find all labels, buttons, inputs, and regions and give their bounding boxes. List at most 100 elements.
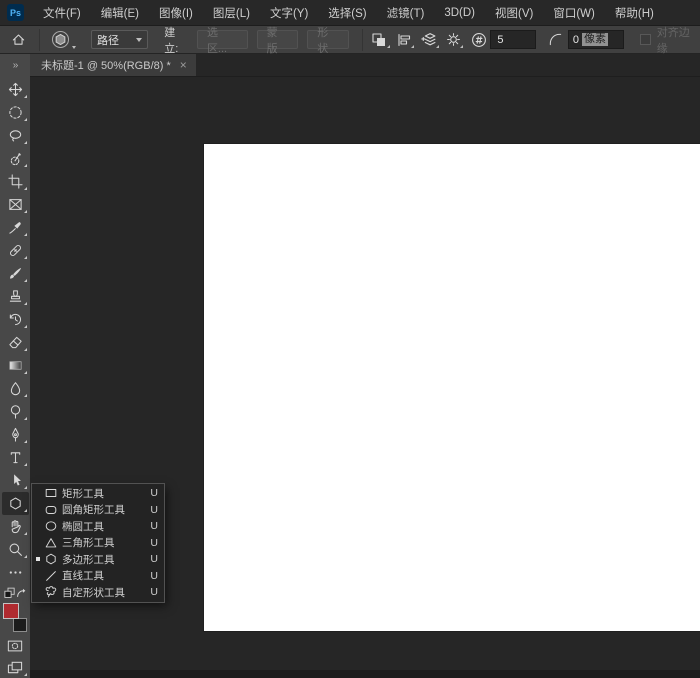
quick-mask-button[interactable] xyxy=(2,636,29,657)
clone-stamp-tool[interactable] xyxy=(2,285,29,308)
shortcut-key: U xyxy=(148,570,158,582)
menu-item-ellipse-tool[interactable]: 椭圆工具 U xyxy=(32,518,164,535)
path-selection-tool[interactable] xyxy=(2,469,29,492)
path-arrangement-button[interactable] xyxy=(416,29,441,51)
polygon-sides-value: 5 xyxy=(497,34,503,46)
corner-radius-icon xyxy=(548,32,563,47)
dodge-tool[interactable] xyxy=(2,400,29,423)
pen-tool[interactable] xyxy=(2,423,29,446)
menu-item-custom-shape-tool[interactable]: 自定形状工具 U xyxy=(32,584,164,601)
document-tab-title: 未标题-1 @ 50%(RGB/8) * xyxy=(41,57,171,73)
chevron-down-icon xyxy=(72,46,76,49)
ellipsis-icon xyxy=(8,565,23,580)
polygon-sides-input[interactable]: 5 xyxy=(490,30,536,49)
menu-select[interactable]: 选择(S) xyxy=(318,0,376,26)
menu-edit[interactable]: 编辑(E) xyxy=(91,0,149,26)
menu-item-polygon-tool[interactable]: 多边形工具 U xyxy=(32,551,164,568)
healing-brush-tool[interactable] xyxy=(2,239,29,262)
document-canvas[interactable] xyxy=(204,144,700,631)
options-bar: 路径 建立: 选区... 蒙版 形状 xyxy=(0,26,700,54)
line-icon xyxy=(42,569,59,583)
lasso-tool[interactable] xyxy=(2,124,29,147)
flyout-indicator xyxy=(436,45,439,48)
menu-window[interactable]: 窗口(W) xyxy=(543,0,605,26)
path-align-icon xyxy=(396,32,412,48)
tool-preset-picker[interactable] xyxy=(44,30,83,49)
menu-item-triangle-tool[interactable]: 三角形工具 U xyxy=(32,535,164,552)
swap-colors-icon[interactable] xyxy=(15,587,27,599)
crop-tool[interactable] xyxy=(2,170,29,193)
type-tool[interactable] xyxy=(2,446,29,469)
screen-mode-icon xyxy=(7,660,23,675)
make-shape-button: 形状 xyxy=(307,30,349,49)
brush-tool[interactable] xyxy=(2,262,29,285)
history-brush-tool[interactable] xyxy=(2,308,29,331)
menu-type[interactable]: 文字(Y) xyxy=(260,0,318,26)
screen-mode-button[interactable] xyxy=(2,657,29,678)
custom-shape-icon xyxy=(42,585,59,599)
divider xyxy=(39,29,40,51)
quick-selection-tool[interactable] xyxy=(2,147,29,170)
shape-tool[interactable] xyxy=(2,492,29,515)
shortcut-key: U xyxy=(148,520,158,532)
foreground-color-swatch[interactable] xyxy=(3,603,19,619)
divider xyxy=(362,29,363,51)
hand-tool[interactable] xyxy=(2,515,29,538)
eyedropper-tool[interactable] xyxy=(2,216,29,239)
edit-toolbar-button[interactable] xyxy=(2,561,29,584)
move-tool[interactable] xyxy=(2,78,29,101)
menu-layer[interactable]: 图层(L) xyxy=(203,0,260,26)
active-tool-marker xyxy=(36,557,40,561)
menu-item-line-tool[interactable]: 直线工具 U xyxy=(32,568,164,585)
rectangle-icon xyxy=(42,486,59,500)
menu-help[interactable]: 帮助(H) xyxy=(605,0,664,26)
polygon-icon xyxy=(42,552,59,566)
menu-3d[interactable]: 3D(D) xyxy=(434,0,485,26)
home-button[interactable] xyxy=(11,32,26,47)
color-swatches xyxy=(3,603,27,632)
flyout-indicator xyxy=(460,45,463,48)
close-tab-icon[interactable]: × xyxy=(180,60,187,70)
document-tab-bar: 未标题-1 @ 50%(RGB/8) * × xyxy=(30,54,700,77)
menu-bar: Ps 文件(F) 编辑(E) 图像(I) 图层(L) 文字(Y) 选择(S) 滤… xyxy=(0,0,700,26)
shape-settings-button[interactable] xyxy=(441,29,466,51)
gradient-tool[interactable] xyxy=(2,354,29,377)
corner-radius-input[interactable]: 0 像素 xyxy=(568,30,624,49)
menu-item-rounded-rectangle-tool[interactable]: 圆角矩形工具 U xyxy=(32,502,164,519)
menu-file[interactable]: 文件(F) xyxy=(33,0,91,26)
frame-tool[interactable] xyxy=(2,193,29,216)
shape-tools-flyout-menu: 矩形工具 U 圆角矩形工具 U 椭圆工具 U 三角形工具 U 多边形工具 U 直… xyxy=(32,484,164,602)
blur-tool[interactable] xyxy=(2,377,29,400)
path-arrange-icon xyxy=(420,31,437,48)
document-tab[interactable]: 未标题-1 @ 50%(RGB/8) * × xyxy=(30,54,196,76)
eraser-tool[interactable] xyxy=(2,331,29,354)
polygon-icon xyxy=(8,496,23,511)
rounded-rectangle-icon xyxy=(42,503,59,517)
menu-image[interactable]: 图像(I) xyxy=(149,0,203,26)
menu-filter[interactable]: 滤镜(T) xyxy=(377,0,435,26)
quick-mask-icon xyxy=(7,639,23,653)
path-alignment-button[interactable] xyxy=(392,29,417,51)
make-mask-button: 蒙版 xyxy=(257,30,299,49)
collapse-toolbar-button[interactable]: » xyxy=(0,54,30,76)
tool-mode-select[interactable]: 路径 xyxy=(91,30,148,49)
default-colors-icon[interactable] xyxy=(4,587,16,599)
shortcut-key: U xyxy=(148,537,158,549)
menu-item-rectangle-tool[interactable]: 矩形工具 U xyxy=(32,485,164,502)
tools-panel: » xyxy=(0,54,30,678)
align-edges-label: 对齐边缘 xyxy=(657,24,700,56)
make-selection-button: 选区... xyxy=(197,30,248,49)
marquee-tool[interactable] xyxy=(2,101,29,124)
menu-view[interactable]: 视图(V) xyxy=(485,0,543,26)
path-operations-button[interactable] xyxy=(367,29,392,51)
chevron-down-icon xyxy=(136,38,142,42)
shortcut-key: U xyxy=(148,487,158,499)
zoom-tool[interactable] xyxy=(2,538,29,561)
triangle-icon xyxy=(42,536,59,550)
background-color-swatch[interactable] xyxy=(13,618,27,632)
flyout-indicator xyxy=(387,45,390,48)
make-label: 建立: xyxy=(164,24,189,56)
shortcut-key: U xyxy=(148,504,158,516)
corner-radius-unit: 像素 xyxy=(582,33,608,46)
gear-icon xyxy=(446,32,461,47)
